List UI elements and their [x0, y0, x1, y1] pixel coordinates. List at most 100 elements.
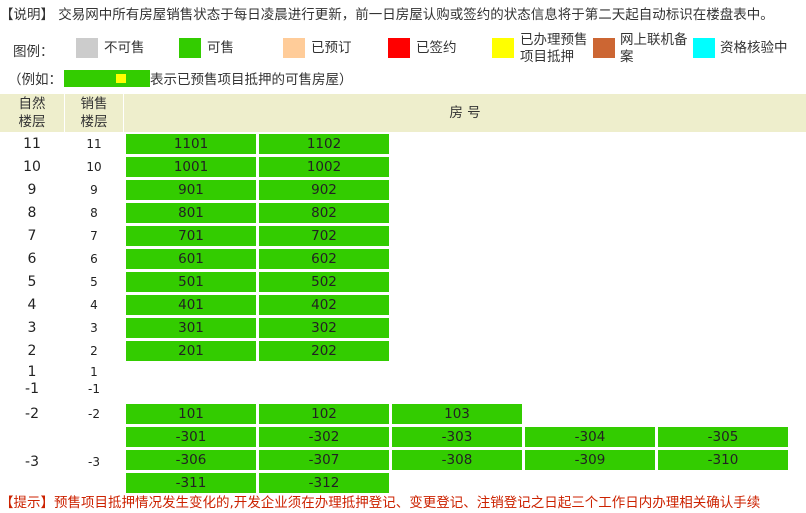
unit--301[interactable]: -301	[126, 427, 256, 447]
unit-1002[interactable]: 1002	[259, 157, 389, 177]
sale-floor-label: 7	[90, 229, 98, 243]
natural-floor-label: 2	[27, 343, 37, 359]
legend-text-mortgaged: 已办理预售 项目抵押	[520, 32, 588, 66]
sale-floor-label: -2	[88, 407, 100, 421]
unit-402[interactable]: 402	[259, 295, 389, 315]
unit-202[interactable]: 202	[259, 341, 389, 361]
header-natural-floor-line2: 楼层	[18, 114, 46, 130]
notice-text: 【说明】 交易网中所有房屋销售状态于每日凌晨进行更新，前一日房屋认购或签约的状态…	[0, 4, 806, 26]
sale-floor-label: -1	[88, 382, 100, 396]
unit--308[interactable]: -308	[392, 450, 522, 470]
natural-floor-label: -1	[25, 381, 39, 397]
unit-201[interactable]: 201	[126, 341, 256, 361]
unit--304[interactable]: -304	[525, 427, 655, 447]
sale-floor-label: 4	[90, 298, 98, 312]
unit-401[interactable]: 401	[126, 295, 256, 315]
natural-floor-label: -2	[25, 406, 39, 422]
unit--307[interactable]: -307	[259, 450, 389, 470]
sale-floor-label: 8	[90, 206, 98, 220]
unit--310[interactable]: -310	[658, 450, 788, 470]
unit-601[interactable]: 601	[126, 249, 256, 269]
unit--302[interactable]: -302	[259, 427, 389, 447]
header-sale-floor-line1: 销售	[80, 96, 108, 112]
unit-501[interactable]: 501	[126, 272, 256, 292]
legend-text-mortgaged-line2: 项目抵押	[520, 49, 574, 65]
legend-text-unavailable: 不可售	[104, 40, 145, 56]
legend-text-online-filed-line1: 网上联机备	[620, 32, 688, 48]
sale-floor-label: -3	[88, 455, 100, 469]
natural-floor-label: 7	[27, 228, 37, 244]
unit--311[interactable]: -311	[126, 473, 256, 493]
natural-floor-label: 4	[27, 297, 37, 313]
natural-floor-label: 5	[27, 274, 37, 290]
legend-label: 图例：	[13, 44, 54, 60]
legend-text-available: 可售	[207, 40, 234, 56]
unit-102[interactable]: 102	[259, 404, 389, 424]
unit-502[interactable]: 502	[259, 272, 389, 292]
header-natural-floor: 自然 楼层	[0, 94, 64, 132]
legend-text-online-filed: 网上联机备 案	[620, 32, 688, 66]
example-prefix: （例如：	[8, 72, 62, 88]
sale-floor-label: 9	[90, 183, 98, 197]
legend: 图例： 不可售 可售 已预订 已签约 已办理预售 项目抵押 网上联机备 案 资格…	[0, 32, 806, 68]
unit--305[interactable]: -305	[658, 427, 788, 447]
example-mortgage-dot	[116, 74, 126, 83]
sale-floor-label: 1	[90, 365, 98, 379]
notice-body: 交易网中所有房屋销售状态于每日凌晨进行更新，前一日房屋认购或签约的状态信息将于第…	[58, 7, 774, 23]
natural-floor-label: 6	[27, 251, 37, 267]
unit-103[interactable]: 103	[392, 404, 522, 424]
legend-text-reserved: 已预订	[311, 40, 352, 56]
notice-bracket: 【说明】	[0, 7, 54, 23]
unit-1001[interactable]: 1001	[126, 157, 256, 177]
natural-floor-label: 3	[27, 320, 37, 336]
header-natural-floor-line1: 自然	[18, 96, 46, 112]
tip-text: 【提示】预售项目抵押情况发生变化的,开发企业须在办理抵押登记、变更登记、注销登记…	[0, 495, 761, 511]
natural-floor-label: 11	[23, 136, 41, 152]
example-text: （例如： 表示已预售项目抵押的可售房屋）	[8, 69, 353, 91]
unit--309[interactable]: -309	[525, 450, 655, 470]
legend-swatch-available	[179, 38, 201, 58]
legend-swatch-signed	[388, 38, 410, 58]
legend-swatch-mortgaged	[492, 38, 514, 58]
header-sale-floor-line2: 楼层	[80, 114, 108, 130]
natural-floor-label: 8	[27, 205, 37, 221]
unit-902[interactable]: 902	[259, 180, 389, 200]
sale-floor-label: 3	[90, 321, 98, 335]
unit--312[interactable]: -312	[259, 473, 389, 493]
example-swatch	[64, 70, 150, 87]
natural-floor-label: 1	[27, 364, 37, 380]
unit-802[interactable]: 802	[259, 203, 389, 223]
legend-text-verifying: 资格核验中	[720, 40, 788, 56]
unit-301[interactable]: 301	[126, 318, 256, 338]
unit-801[interactable]: 801	[126, 203, 256, 223]
legend-swatch-unavailable	[76, 38, 98, 58]
sale-floor-label: 5	[90, 275, 98, 289]
legend-swatch-reserved	[283, 38, 305, 58]
unit-101[interactable]: 101	[126, 404, 256, 424]
sale-floor-label: 11	[86, 137, 102, 151]
natural-floor-label: 10	[23, 159, 41, 175]
legend-text-signed: 已签约	[416, 40, 457, 56]
header-room-number: 房 号	[124, 94, 806, 132]
legend-text-online-filed-line2: 案	[620, 49, 634, 65]
unit-302[interactable]: 302	[259, 318, 389, 338]
sale-floor-label: 6	[90, 252, 98, 266]
natural-floor-label: 9	[27, 182, 37, 198]
unit-602[interactable]: 602	[259, 249, 389, 269]
unit--303[interactable]: -303	[392, 427, 522, 447]
sale-floor-label: 10	[86, 160, 102, 174]
unit-701[interactable]: 701	[126, 226, 256, 246]
unit-1101[interactable]: 1101	[126, 134, 256, 154]
unit--306[interactable]: -306	[126, 450, 256, 470]
header-sale-floor: 销售 楼层	[65, 94, 123, 132]
legend-text-mortgaged-line1: 已办理预售	[520, 32, 588, 48]
unit-901[interactable]: 901	[126, 180, 256, 200]
example-suffix: 表示已预售项目抵押的可售房屋）	[150, 72, 353, 88]
sale-floor-label: 2	[90, 344, 98, 358]
unit-702[interactable]: 702	[259, 226, 389, 246]
legend-swatch-online-filed	[593, 38, 615, 58]
legend-swatch-verifying	[693, 38, 715, 58]
unit-1102[interactable]: 1102	[259, 134, 389, 154]
natural-floor-label: -3	[25, 454, 39, 470]
header-room-number-text: 房 号	[449, 105, 481, 121]
